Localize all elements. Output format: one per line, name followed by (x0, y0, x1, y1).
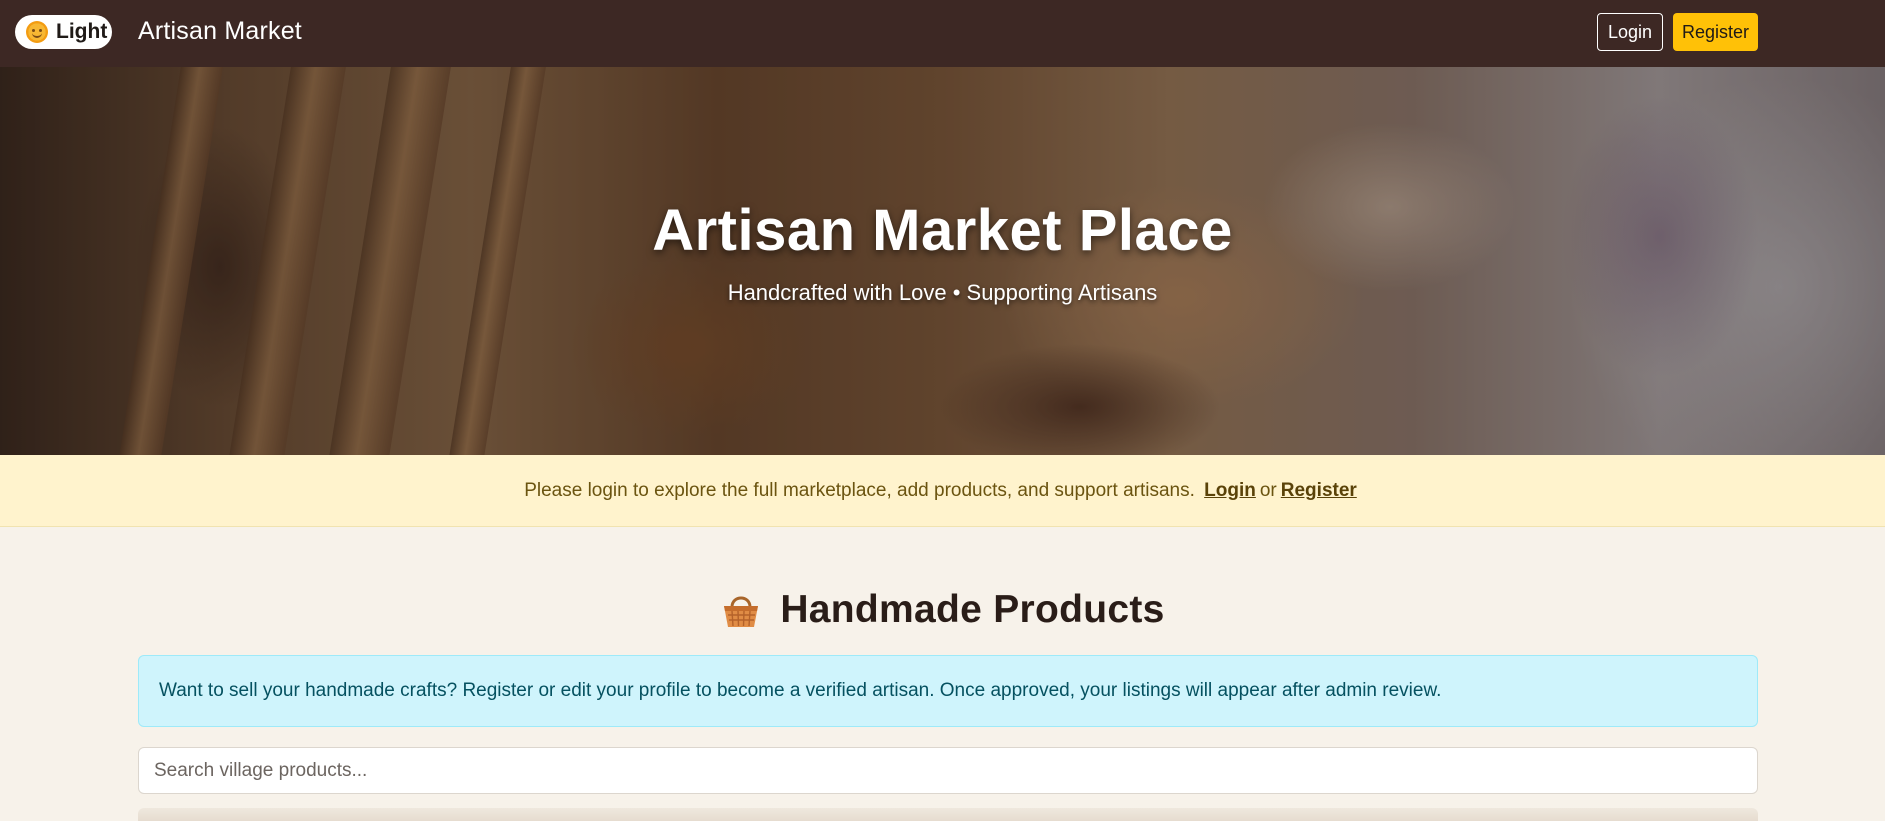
theme-toggle-label: Light (56, 20, 108, 43)
product-grid-top-edge (138, 808, 1758, 821)
hero-subtitle: Handcrafted with Love • Supporting Artis… (727, 280, 1158, 305)
notice-or-text: or (1259, 479, 1277, 501)
products-heading-title: Handmade Products (780, 588, 1165, 631)
brand-link[interactable]: Artisan Market (138, 17, 302, 46)
login-notice-banner: Please login to explore the full marketp… (0, 455, 1885, 527)
top-navbar: Light Artisan Market Login Register (0, 0, 1885, 67)
notice-login-link[interactable]: Login (1204, 480, 1256, 502)
basket-icon (720, 589, 762, 631)
hero-title: Artisan Market Place (652, 198, 1233, 263)
login-notice-text: Please login to explore the full marketp… (524, 479, 1195, 501)
notice-register-link[interactable]: Register (1281, 480, 1357, 502)
seller-info-alert: Want to sell your handmade crafts? Regis… (138, 655, 1758, 727)
theme-toggle-button[interactable]: Light (15, 15, 112, 49)
sun-face-icon (26, 21, 48, 43)
seller-info-text: Want to sell your handmade crafts? Regis… (159, 680, 1442, 701)
register-button[interactable]: Register (1673, 13, 1758, 51)
search-input[interactable] (138, 747, 1758, 794)
login-button[interactable]: Login (1597, 13, 1663, 51)
hero-banner: Artisan Market Place Handcrafted with Lo… (0, 67, 1885, 455)
products-heading: Handmade Products (0, 588, 1885, 632)
